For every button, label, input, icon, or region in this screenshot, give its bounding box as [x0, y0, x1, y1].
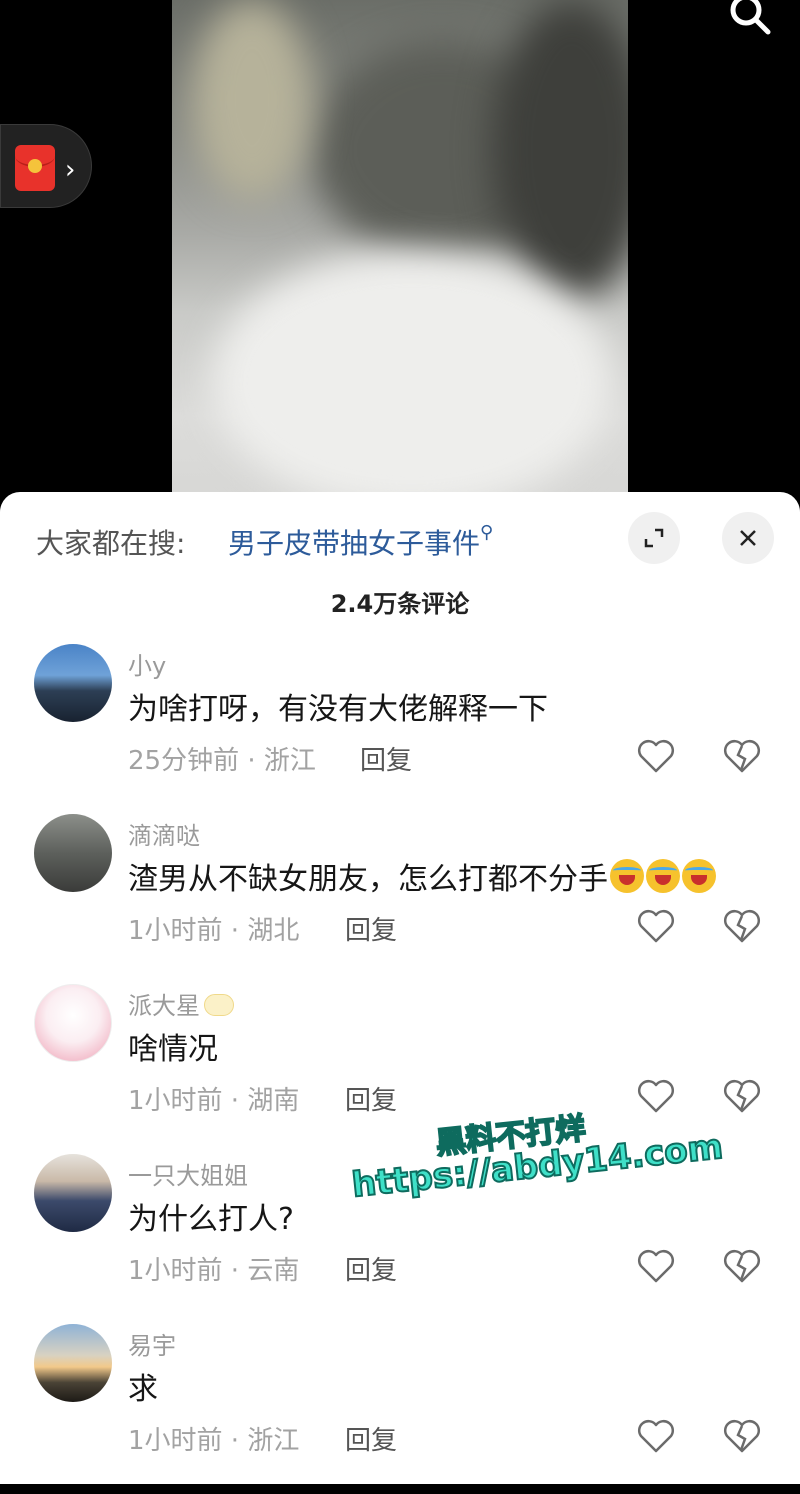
- broken-heart-icon[interactable]: [722, 738, 762, 774]
- heart-icon[interactable]: [636, 1418, 676, 1454]
- comment-time: 25分钟前: [128, 746, 240, 776]
- reply-button[interactable]: 回复: [345, 1080, 397, 1117]
- close-button[interactable]: [722, 512, 774, 564]
- heart-icon[interactable]: [636, 908, 676, 944]
- reply-button[interactable]: 回复: [360, 740, 412, 777]
- hot-search-link[interactable]: 男子皮带抽女子事件⚲: [228, 522, 493, 562]
- comment-username[interactable]: 一只大姐姐: [128, 1156, 248, 1191]
- comments-sheet: 大家都在搜: 男子皮带抽女子事件⚲ 2.4万条评论 小y 为啥打呀，有没有大佬解…: [0, 492, 800, 1484]
- comment-meta: 1小时前 · 湖北: [128, 916, 300, 946]
- comment-item: 小y 为啥打呀，有没有大佬解释一下 25分钟前 · 浙江 回复: [0, 644, 800, 814]
- laugh-cry-emoji-icon: [646, 859, 680, 893]
- chevron-right-icon: ›: [65, 155, 76, 185]
- comment-username[interactable]: 易宇: [128, 1326, 176, 1361]
- comment-location: 湖北: [247, 916, 300, 946]
- laugh-cry-emoji-icon: [682, 859, 716, 893]
- comment-text-body[interactable]: 渣男从不缺女朋友，怎么打都不分手: [128, 862, 608, 897]
- search-button[interactable]: [726, 0, 776, 44]
- video-frame[interactable]: [172, 0, 628, 520]
- comment-text[interactable]: 渣男从不缺女朋友，怎么打都不分手: [128, 854, 716, 898]
- comment-location: 浙江: [263, 746, 316, 776]
- comment-meta: 1小时前 · 湖南: [128, 1086, 300, 1116]
- comment-text[interactable]: 啥情况: [128, 1024, 218, 1068]
- sparkle-badge-icon: [204, 994, 234, 1016]
- comment-username[interactable]: 小y: [128, 646, 166, 681]
- comment-username[interactable]: 滴滴哒: [128, 816, 200, 851]
- laugh-cry-emoji-icon: [610, 859, 644, 893]
- close-icon: [740, 530, 756, 546]
- broken-heart-icon[interactable]: [722, 1078, 762, 1114]
- comment-time: 1小时前: [128, 916, 223, 946]
- expand-icon: [644, 528, 664, 548]
- broken-heart-icon[interactable]: [722, 1248, 762, 1284]
- comment-time: 1小时前: [128, 1086, 223, 1116]
- reply-button[interactable]: 回复: [345, 1250, 397, 1287]
- search-small-icon: ⚲: [480, 522, 494, 543]
- red-packet-icon: [15, 145, 55, 191]
- comments-topbar: 大家都在搜: 男子皮带抽女子事件⚲: [0, 492, 800, 582]
- comment-location: 云南: [247, 1256, 300, 1286]
- broken-heart-icon[interactable]: [722, 1418, 762, 1454]
- avatar[interactable]: [34, 1324, 112, 1402]
- broken-heart-icon[interactable]: [722, 908, 762, 944]
- comment-meta: 25分钟前 · 浙江: [128, 746, 316, 776]
- comment-text[interactable]: 求: [128, 1364, 158, 1408]
- reply-button[interactable]: 回复: [345, 1420, 397, 1457]
- comment-time: 1小时前: [128, 1426, 223, 1456]
- comment-text[interactable]: 为什么打人?: [128, 1194, 294, 1238]
- comment-meta: 1小时前 · 云南: [128, 1256, 300, 1286]
- comment-meta: 1小时前 · 浙江: [128, 1426, 300, 1456]
- comment-item: 滴滴哒 渣男从不缺女朋友，怎么打都不分手 1小时前 · 湖北 回复: [0, 814, 800, 984]
- comment-username-text[interactable]: 派大星: [128, 992, 200, 1020]
- expand-button[interactable]: [628, 512, 680, 564]
- reply-button[interactable]: 回复: [345, 910, 397, 947]
- avatar[interactable]: [34, 814, 112, 892]
- avatar[interactable]: [34, 984, 112, 1062]
- hot-search-prefix: 大家都在搜:: [36, 527, 186, 560]
- comment-time: 1小时前: [128, 1256, 223, 1286]
- comment-text[interactable]: 为啥打呀，有没有大佬解释一下: [128, 684, 548, 728]
- comment-username[interactable]: 派大星: [128, 986, 234, 1021]
- avatar[interactable]: [34, 644, 112, 722]
- comment-location: 浙江: [247, 1426, 300, 1456]
- red-packet-entry[interactable]: ›: [0, 124, 92, 208]
- search-icon: [730, 0, 771, 35]
- hot-search-query[interactable]: 男子皮带抽女子事件: [228, 527, 480, 560]
- comment-item: 易宇 求 1小时前 · 浙江 回复: [0, 1324, 800, 1494]
- avatar[interactable]: [34, 1154, 112, 1232]
- heart-icon[interactable]: [636, 738, 676, 774]
- comment-location: 湖南: [247, 1086, 300, 1116]
- video-area[interactable]: ›: [0, 0, 800, 520]
- comment-count: 2.4万条评论: [330, 590, 470, 618]
- heart-icon[interactable]: [636, 1248, 676, 1284]
